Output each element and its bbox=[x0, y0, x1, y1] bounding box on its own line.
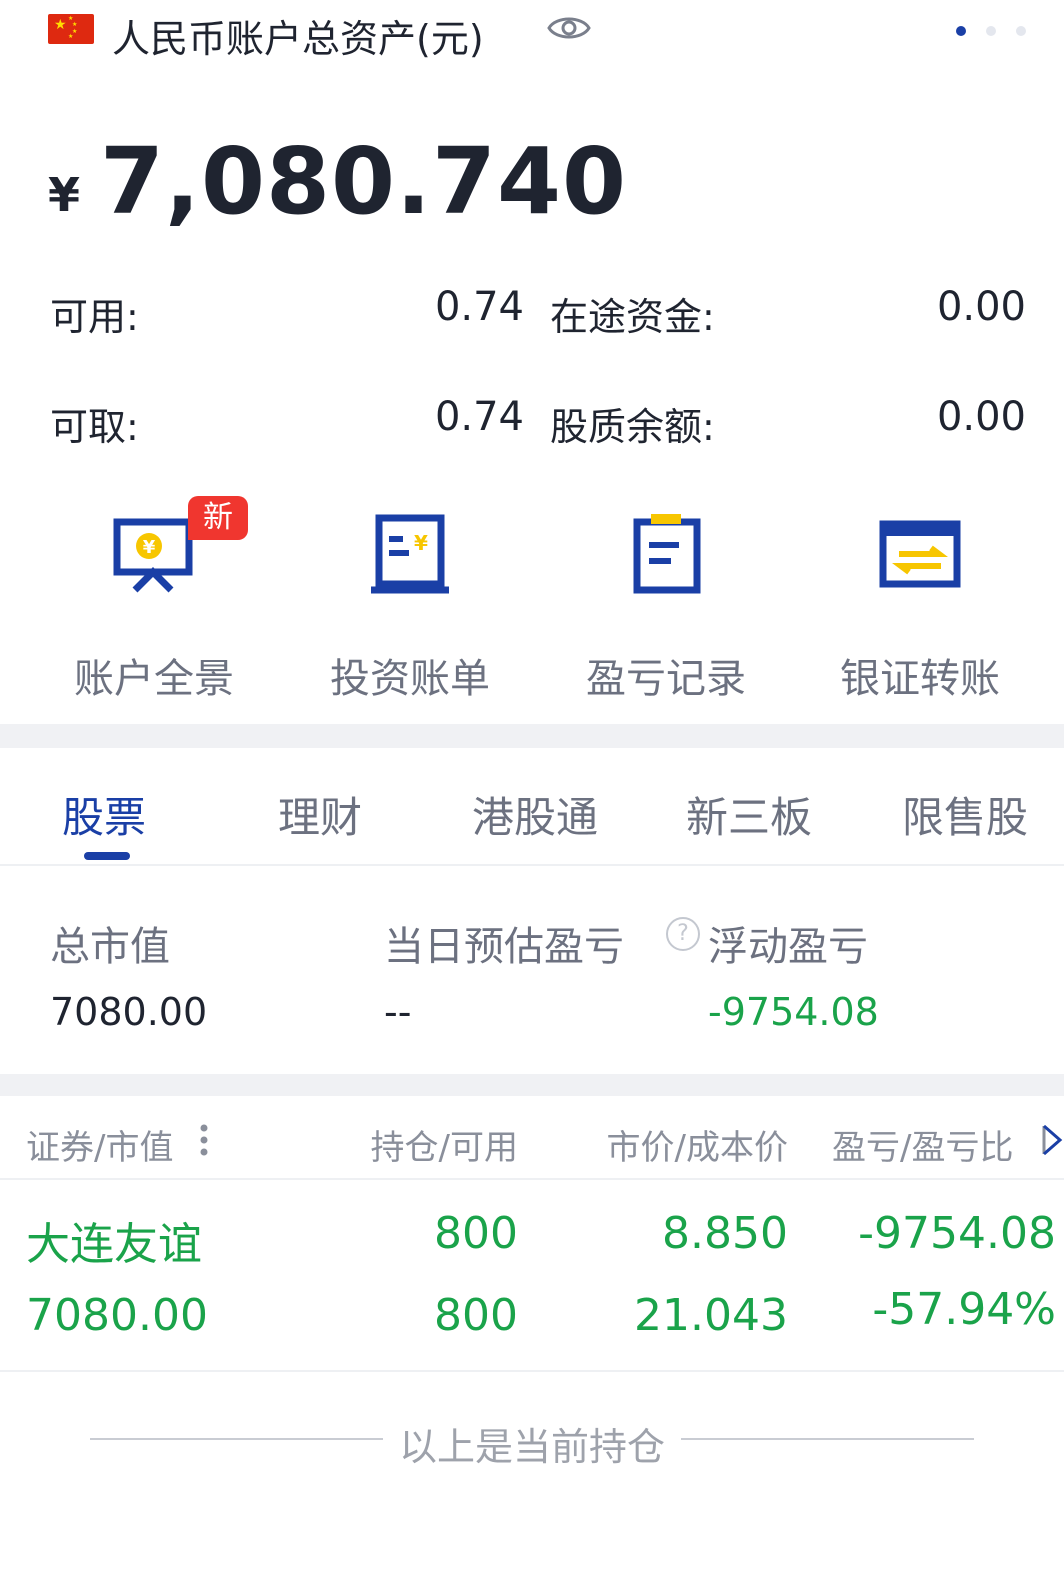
tab-stocks[interactable]: 股票 bbox=[62, 784, 146, 845]
profit-loss-record-label: 盈亏记录 bbox=[586, 656, 746, 702]
eye-icon[interactable] bbox=[546, 10, 592, 46]
profit-loss-record-button[interactable]: 盈亏记录 bbox=[538, 510, 794, 704]
in-transit-label: 在途资金: bbox=[550, 295, 715, 339]
new-badge: 新 bbox=[188, 496, 248, 540]
column-header-security[interactable]: 证券/市值 bbox=[26, 1120, 173, 1169]
china-flag-icon: ★ ★ ★ ★ ★ bbox=[48, 14, 94, 44]
stock-available: 800 bbox=[434, 1290, 518, 1341]
section-divider bbox=[0, 1074, 1064, 1096]
svg-text:¥: ¥ bbox=[414, 531, 428, 555]
column-header-price[interactable]: 市价/成本价 bbox=[560, 1120, 788, 1169]
more-vertical-icon[interactable] bbox=[198, 1122, 210, 1158]
table-row-divider bbox=[0, 1370, 1064, 1372]
stock-position: 800 bbox=[434, 1208, 518, 1259]
page-dot[interactable] bbox=[986, 26, 996, 36]
stock-name: 大连友谊 bbox=[26, 1219, 202, 1270]
available-label: 可用: bbox=[50, 295, 139, 339]
account-overview-label: 账户全景 bbox=[74, 656, 234, 702]
pledge-balance-value: 0.00 bbox=[936, 394, 1026, 440]
bank-transfer-icon bbox=[879, 520, 961, 588]
tab-restricted-shares[interactable]: 限售股 bbox=[902, 784, 1028, 845]
bank-transfer-label: 银证转账 bbox=[840, 656, 1000, 702]
tab-hk-connect[interactable]: 港股通 bbox=[472, 784, 598, 845]
page-dot[interactable] bbox=[1016, 26, 1026, 36]
market-value: 7080.00 bbox=[50, 990, 208, 1034]
stock-profit-loss-ratio: -57.94% bbox=[872, 1284, 1056, 1335]
account-overview-icon: ¥ bbox=[113, 518, 193, 593]
pledge-balance-label: 股质余额: bbox=[550, 405, 715, 449]
stock-profit-loss: -9754.08 bbox=[858, 1208, 1056, 1259]
active-tab-indicator bbox=[84, 852, 130, 860]
floating-pl-label: 浮动盈亏 bbox=[708, 924, 868, 970]
account-title: 人民币账户总资产(元) bbox=[112, 17, 484, 61]
stock-price: 8.850 bbox=[662, 1208, 788, 1259]
bank-transfer-button[interactable]: 银证转账 bbox=[792, 510, 1048, 704]
profit-loss-record-icon bbox=[633, 514, 701, 594]
withdrawable-value: 0.74 bbox=[434, 394, 524, 440]
tab-divider bbox=[0, 864, 1064, 866]
investment-bill-icon: ¥ bbox=[371, 514, 449, 594]
column-header-position[interactable]: 持仓/可用 bbox=[318, 1120, 518, 1169]
in-transit-value: 0.00 bbox=[936, 284, 1026, 330]
withdrawable-label: 可取: bbox=[50, 405, 139, 449]
tab-new-third-board[interactable]: 新三板 bbox=[686, 784, 812, 845]
tab-wealth-management[interactable]: 理财 bbox=[278, 784, 362, 845]
footer-text: 以上是当前持仓 bbox=[382, 1425, 681, 1469]
page-dot[interactable] bbox=[956, 26, 966, 36]
scroll-right-icon[interactable] bbox=[1040, 1122, 1064, 1158]
daily-pl-label: 当日预估盈亏 bbox=[384, 924, 624, 970]
table-row[interactable]: 大连友谊 7080.00 800 800 8.850 21.043 -9754.… bbox=[0, 1180, 1064, 1370]
currency-symbol: ¥ bbox=[48, 168, 81, 222]
total-assets-value: 7,080.740 bbox=[100, 128, 627, 235]
floating-pl-value: -9754.08 bbox=[708, 990, 879, 1034]
stock-market-value: 7080.00 bbox=[26, 1290, 208, 1341]
question-circle-icon[interactable]: ? bbox=[666, 917, 700, 951]
investment-bill-label: 投资账单 bbox=[330, 656, 490, 702]
investment-bill-button[interactable]: ¥ 投资账单 bbox=[282, 510, 538, 704]
available-value: 0.74 bbox=[434, 284, 524, 330]
market-value-label: 总市值 bbox=[50, 924, 170, 970]
svg-text:¥: ¥ bbox=[143, 537, 156, 558]
page-indicator bbox=[956, 26, 1026, 36]
daily-pl-value: -- bbox=[384, 990, 412, 1034]
account-overview-button[interactable]: ¥ 账户全景 bbox=[26, 510, 282, 704]
footer-note: 以上是当前持仓 bbox=[0, 1416, 1064, 1471]
stock-cost-price: 21.043 bbox=[634, 1290, 788, 1341]
section-divider bbox=[0, 724, 1064, 748]
column-header-profit-loss[interactable]: 盈亏/盈亏比 bbox=[832, 1120, 1013, 1169]
